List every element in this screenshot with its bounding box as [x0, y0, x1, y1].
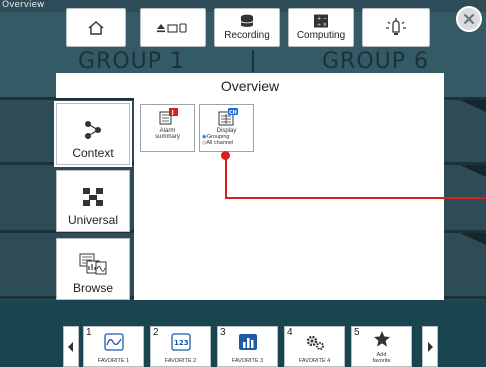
chevron-left-icon	[68, 341, 73, 352]
display-card[interactable]: CH Display ◉Grouping ◇All channel	[199, 104, 254, 152]
gears-icon	[306, 335, 324, 350]
side-menu-label: Context	[72, 146, 114, 160]
home-icon	[88, 20, 104, 35]
waveform-icon	[103, 333, 124, 351]
digital-123-icon: 123	[170, 333, 191, 351]
recording-label: Recording	[224, 30, 270, 41]
alarm-summary-icon: !	[159, 108, 178, 125]
svg-text:123: 123	[174, 339, 189, 347]
context-icon	[85, 121, 101, 139]
computing-label: Computing	[296, 30, 346, 41]
alarm-summary-card[interactable]: ! Alarm summary	[140, 104, 195, 152]
calculator-icon: + − ÷ ×	[314, 14, 328, 28]
background-group-left: GROUP 1	[78, 49, 186, 74]
overview-title: Overview	[220, 77, 280, 94]
favorite-label: FAVORITE 1	[97, 358, 130, 364]
favorite-slot-4[interactable]: 4 FAVORITE 4	[284, 326, 345, 367]
close-icon	[463, 13, 475, 25]
favorite-slot-1[interactable]: 1 FAVORITE 1	[83, 326, 144, 367]
overview-title-bar: Overview	[56, 73, 444, 98]
side-menu-label: Browse	[72, 281, 113, 295]
side-menu-universal[interactable]: Universal	[56, 170, 130, 232]
recording-button[interactable]: Recording	[214, 8, 280, 47]
favorite-label: FAVORITE 2	[164, 358, 197, 364]
side-menu-browse[interactable]: Browse	[56, 238, 130, 300]
favorites-prev-button[interactable]	[63, 326, 79, 367]
display-channel-icon: CH	[218, 108, 238, 126]
callout-line-horizontal	[225, 197, 486, 199]
browse-icon	[79, 253, 107, 275]
favorites-next-button[interactable]	[422, 326, 438, 367]
home-button[interactable]	[66, 8, 126, 47]
svg-text:!: !	[171, 109, 174, 117]
star-icon	[373, 331, 390, 347]
side-menu-context[interactable]: Context	[54, 101, 132, 167]
favorite-slot-2[interactable]: 2 123 FAVORITE 2	[150, 326, 211, 367]
favorite-label: Add favorite	[372, 352, 391, 364]
computing-button[interactable]: + − ÷ × Computing	[288, 8, 354, 47]
window-title: Overview	[2, 0, 45, 10]
light-button[interactable]	[362, 8, 430, 47]
svg-text:CH: CH	[229, 110, 237, 116]
chevron-right-icon	[428, 341, 433, 352]
svg-text:÷ ×: ÷ ×	[317, 22, 327, 28]
eject-media-icon	[157, 22, 187, 33]
callout-line-vertical	[225, 155, 227, 199]
favorite-label: FAVORITE 4	[298, 358, 331, 364]
bar-chart-icon	[238, 334, 257, 350]
favorite-slot-3[interactable]: 3 FAVORITE 3	[217, 326, 278, 367]
background-group-right: GROUP 6	[322, 49, 430, 74]
display-option-all-channel[interactable]: ◇All channel	[202, 140, 233, 146]
callout-marker	[221, 151, 230, 160]
favorite-label: FAVORITE 3	[231, 358, 264, 364]
light-bulb-icon	[386, 17, 406, 35]
side-menu-label: Universal	[67, 213, 118, 227]
media-button[interactable]	[140, 8, 206, 47]
close-button[interactable]	[456, 6, 482, 32]
universal-icon	[83, 188, 103, 206]
alarm-summary-label: Alarm summary	[155, 128, 180, 140]
database-icon	[240, 14, 254, 27]
favorite-slot-add[interactable]: 5 Add favorite	[351, 326, 412, 367]
